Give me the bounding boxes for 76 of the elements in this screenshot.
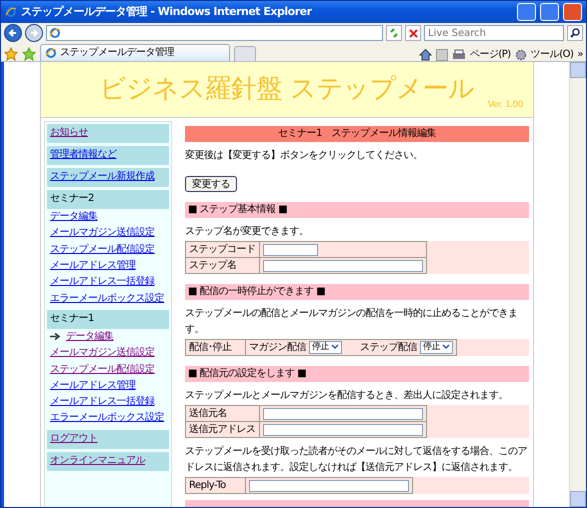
select-dropdown[interactable]: 停止 [309,340,342,354]
group-heading: セミナー2 [47,190,169,209]
text-input[interactable] [262,260,422,272]
field-label: 配信･停止 [186,340,246,356]
stop-button[interactable] [405,25,421,41]
maximize-button[interactable] [540,3,559,21]
text-input[interactable] [249,480,409,492]
favorites-star-icon[interactable] [4,47,18,61]
nav-link[interactable]: メールマガジン送信設定 [50,227,154,240]
page-menu[interactable]: ページ(P) [470,49,511,61]
text-input[interactable] [262,244,318,256]
scroll-down-button[interactable] [570,491,586,507]
field-label: Reply-To [186,478,246,494]
scroll-up-button[interactable] [570,62,586,78]
address-field[interactable] [46,25,383,41]
tools-menu[interactable]: ツール(O) [530,49,574,61]
search-icon [570,28,580,38]
nav-link[interactable]: お知らせ [50,127,88,138]
field-label: マガジン配信 [249,342,306,354]
chevron-down-icon [331,344,339,350]
chevron-down-icon [442,344,450,350]
page-icon [49,27,61,39]
close-icon [408,28,418,38]
search-button[interactable] [567,25,583,41]
add-favorite-icon[interactable] [22,47,36,61]
nav-link[interactable]: ステップメール配信設定 [50,364,154,376]
nav-link[interactable]: メールアドレス一括登録 [50,396,154,408]
browser-tab[interactable]: ステップメールデータ管理 [40,44,230,61]
close-button[interactable] [563,3,582,21]
nav-link[interactable]: エラーメールボックス設定 [50,412,164,424]
print-icon[interactable] [452,49,466,61]
nav-link[interactable]: エラーメールボックス設定 [50,292,164,305]
search-field[interactable]: Live Search [424,25,564,41]
description-text: ステップメールの配信とメールマガジンの配信を一時的に止めることができます。 [185,306,518,337]
field-label: ステップ配信 [360,342,417,354]
section-heading: ■ ステップ基本情報 ■ [185,202,529,218]
nav-link[interactable]: メールアドレス管理 [50,380,136,392]
minimize-button[interactable] [517,3,536,21]
nav-link[interactable]: データ編集 [66,330,114,343]
section-heading: ■ 配信の一時停止ができます ■ [185,284,529,300]
gear-icon[interactable] [514,49,527,61]
window-title: ステップメールデータ管理 - Windows Internet Explorer [21,5,313,19]
nav-link[interactable]: ステップメール配信設定 [50,244,154,256]
group-heading: セミナー1 [47,310,169,329]
page-icon [45,47,57,59]
arrow-left-icon [8,28,18,38]
browser-icon [5,6,17,18]
select-dropdown[interactable]: 停止 [420,340,453,354]
nav-link[interactable]: メールアドレス管理 [50,260,136,272]
refresh-icon [389,28,399,38]
nav-link[interactable]: データ編集 [50,211,98,224]
nav-link[interactable]: メールマガジン送信設定 [50,347,154,360]
overflow-chevron[interactable]: » [577,49,583,61]
text-input[interactable] [262,408,422,420]
text-input[interactable] [262,424,422,436]
arrow-right-icon [29,28,39,38]
field-label: ステップコード [186,242,259,258]
site-title: ビジネス羅針盤 ステップメール [100,74,474,106]
description-text: ステップメールを受け取った読者がそのメールに対して返信をする場合、このアドレスに返信されます。設定しなければ【送信元アドレス】に返信されます。 [185,444,528,475]
instruction-text: 変更後は【変更する】ボタンをクリックしてください。 [185,148,424,163]
field-label: ステップ名 [186,258,259,274]
description-text: ステップ名が変更できます。 [185,224,310,239]
home-icon[interactable] [418,48,432,61]
nav-link[interactable]: メールアドレス一括登録 [50,276,154,288]
version-label: Ver. 1.00 [488,100,523,111]
section-heading: ■ 配信元の設定をします ■ [185,366,529,382]
field-label: 送信元名 [186,406,259,422]
refresh-button[interactable] [386,25,402,41]
field-label: 送信元アドレス [186,422,259,438]
page-heading: セミナー1 ステップメール情報編集 [185,126,529,142]
forward-button[interactable] [25,24,43,42]
description-text: ステップメールとメールマガジンを配信するとき、差出人に設定されます。 [185,388,509,403]
arrow-icon [50,333,60,340]
new-tab-button[interactable] [234,46,256,61]
back-button[interactable] [4,24,22,42]
update-button[interactable]: 変更する [185,176,237,192]
